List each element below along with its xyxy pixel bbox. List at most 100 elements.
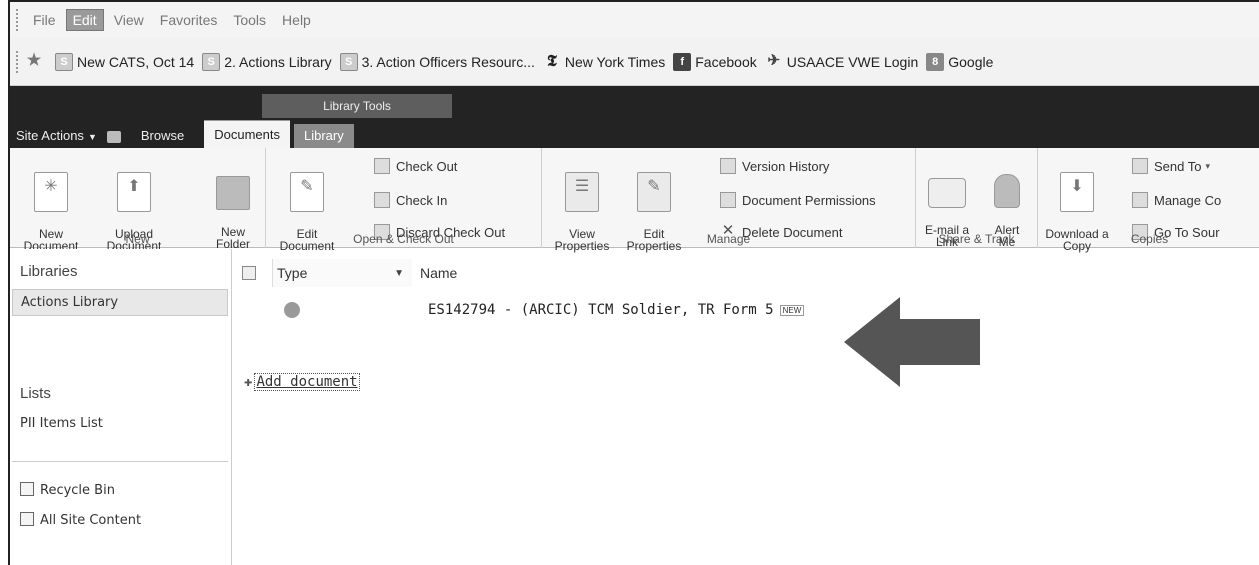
favorite-actions-library[interactable]: S 2. Actions Library (202, 52, 332, 71)
favorite-action-officers[interactable]: S 3. Action Officers Resourc... (339, 52, 535, 71)
document-library-view: Type ▼ Name ES142794 - (ARCIC) TCM Soldi… (232, 249, 1259, 565)
check-out-button[interactable]: Check Out (374, 158, 457, 174)
tab-library[interactable]: Library (293, 124, 354, 148)
check-in-button[interactable]: Check In (374, 192, 447, 208)
manage-copies-icon (1132, 192, 1148, 208)
chevron-down-icon[interactable]: ▼ (394, 268, 404, 279)
upload-icon: ⬆ (117, 172, 151, 212)
all-site-content-label: All Site Content (40, 513, 142, 528)
document-permissions-label: Document Permissions (742, 192, 876, 208)
send-to-icon (1132, 158, 1148, 174)
check-in-icon (374, 192, 390, 208)
favorite-label: 2. Actions Library (224, 53, 332, 70)
download-icon: ⬇ (1060, 172, 1094, 212)
tab-documents[interactable]: Documents (204, 120, 290, 148)
favorite-label: Google (948, 53, 994, 70)
menu-edit[interactable]: Edit (65, 9, 104, 31)
star-icon: ★ (26, 51, 42, 69)
quick-launch: Libraries Actions Library Lists PII Item… (10, 249, 232, 565)
nav-item-pii-items-list[interactable]: PII Items List (12, 411, 228, 436)
edit-properties-icon: ✎ (637, 172, 671, 212)
send-to-label: Send To (1154, 158, 1202, 174)
site-content-icon (20, 512, 34, 526)
chevron-down-icon: ▾ (1205, 160, 1210, 171)
nav-item-all-site-content[interactable]: All Site Content (12, 507, 228, 533)
facebook-icon: f (673, 52, 692, 71)
menu-tools[interactable]: Tools (227, 10, 272, 30)
toolbar-grip (16, 9, 19, 31)
ribbon-group-share-track: E-mail a Link Alert Me Share & Track (916, 148, 1038, 248)
toolbar-grip (16, 50, 19, 73)
favorite-label: New CATS, Oct 14 (77, 53, 195, 70)
manage-copies-button[interactable]: Manage Co (1132, 192, 1221, 208)
ribbon-group-manage: ☰ View Properties ✎ Edit Properties Vers… (542, 148, 916, 252)
word-document-icon (284, 302, 300, 318)
new-badge: NEW (779, 304, 805, 316)
sharepoint-icon: S (339, 52, 358, 71)
sharepoint-icon: S (202, 52, 221, 71)
sharepoint-icon: S (55, 52, 73, 71)
library-tools-group: Library Tools (262, 94, 452, 118)
favorite-new-cats[interactable]: S New CATS, Oct 14 (55, 52, 195, 71)
email-icon (928, 178, 966, 208)
favorites-star-icon[interactable]: ★ (25, 51, 47, 71)
site-actions-label: Site Actions (16, 128, 84, 143)
nyt-icon: 𝕿 (546, 50, 557, 70)
column-header-name[interactable]: Name (412, 265, 457, 281)
send-to-button[interactable]: Send To ▾ (1132, 158, 1210, 174)
ribbon-group-open-checkout: ✎ Edit Document Check Out Check In Disca… (266, 148, 542, 252)
favorite-label: Facebook (695, 53, 757, 70)
favorite-nyt[interactable]: 𝕿 New York Times (543, 50, 665, 71)
select-all-checkbox[interactable] (242, 266, 256, 280)
menu-help[interactable]: Help (276, 10, 317, 30)
lists-heading[interactable]: Lists (20, 385, 51, 402)
annotation-arrow-icon (844, 297, 980, 387)
libraries-heading[interactable]: Libraries (20, 263, 78, 280)
document-name-link[interactable]: ES142794 - (ARCIC) TCM Soldier, TR Form … (428, 302, 774, 318)
bell-icon (994, 174, 1020, 208)
ribbon: ✳ New Document ⬆ Upload Document New Fol… (10, 148, 1259, 252)
column-header-type[interactable]: Type ▼ (272, 259, 412, 287)
tab-browse[interactable]: Browse (131, 124, 194, 148)
favorite-label: USAACE VWE Login (786, 53, 919, 70)
version-history-label: Version History (742, 158, 830, 174)
google-icon: 8 (926, 52, 945, 71)
check-out-icon (374, 158, 390, 174)
menu-view[interactable]: View (108, 10, 150, 30)
folder-icon (216, 176, 250, 210)
edit-document-icon: ✎ (290, 172, 324, 212)
navigate-up-icon[interactable] (106, 130, 121, 143)
menu-bar: File Edit View Favorites Tools Help (10, 2, 1259, 38)
new-document-icon: ✳ (34, 172, 68, 212)
check-in-label: Check In (396, 192, 448, 208)
recycle-bin-icon (20, 482, 34, 496)
ribbon-tabs: Site Actions ▼ Browse Documents Library (10, 120, 1259, 148)
site-actions-menu[interactable]: Site Actions ▼ (10, 124, 131, 148)
group-label-share-track: Share & Track (938, 232, 1015, 246)
plane-icon: ✈ (767, 51, 781, 69)
menu-file[interactable]: File (27, 10, 62, 30)
permissions-icon (720, 192, 736, 208)
sharepoint-header: Library Tools Site Actions ▼ Browse Docum… (10, 86, 1259, 148)
favorite-facebook[interactable]: f Facebook (673, 52, 757, 71)
favorite-usaace[interactable]: ✈ USAACE VWE Login (765, 51, 919, 71)
nav-item-recycle-bin[interactable]: Recycle Bin (12, 477, 228, 503)
table-row[interactable]: ES142794 - (ARCIC) TCM Soldier, TR Form … (242, 293, 1259, 327)
manage-copies-label: Manage Co (1154, 192, 1222, 208)
version-history-button[interactable]: Version History (720, 158, 829, 174)
group-label-new: New (125, 232, 150, 246)
menu-favorites[interactable]: Favorites (154, 10, 224, 30)
recycle-bin-label: Recycle Bin (40, 483, 115, 498)
nav-divider (12, 461, 228, 462)
nav-item-actions-library[interactable]: Actions Library (12, 289, 228, 316)
favorite-google[interactable]: 8 Google (926, 52, 994, 71)
view-properties-icon: ☰ (565, 172, 599, 212)
add-icon: ✚ (244, 374, 253, 390)
ribbon-group-new: ✳ New Document ⬆ Upload Document New Fol… (10, 148, 266, 252)
check-out-label: Check Out (396, 158, 458, 174)
favorites-bar: ★ S New CATS, Oct 14 S 2. Actions Library … (10, 38, 1259, 86)
document-permissions-button[interactable]: Document Permissions (720, 192, 876, 208)
list-header: Type ▼ Name (242, 259, 1259, 287)
add-document-link[interactable]: ✚ Add document (244, 373, 360, 391)
chevron-down-icon: ▼ (87, 132, 97, 142)
